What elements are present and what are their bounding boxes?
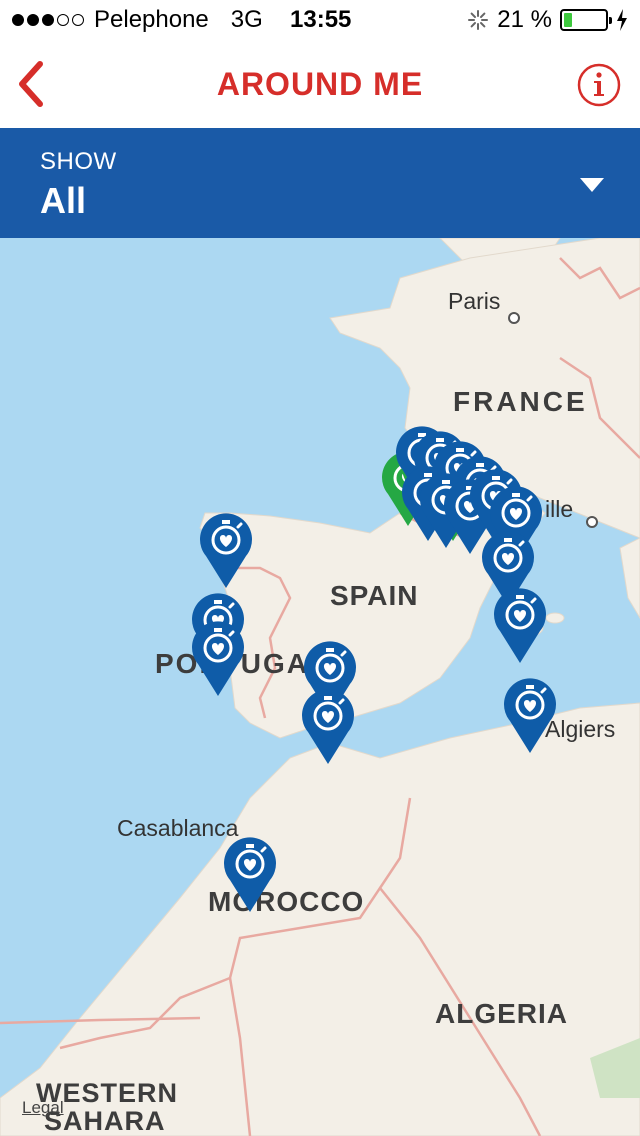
stopwatch-heart-pin-icon xyxy=(302,689,354,764)
caret-down-icon xyxy=(580,178,604,192)
signal-dot xyxy=(27,14,39,26)
filter-value: All xyxy=(40,180,87,221)
map-marker[interactable] xyxy=(300,686,356,766)
map-label-paris: Paris xyxy=(448,288,501,314)
page-title: AROUND ME xyxy=(216,66,424,102)
activity-spinner-icon xyxy=(468,10,489,30)
signal-dot xyxy=(12,14,24,26)
status-time: 13:55 xyxy=(290,6,352,33)
stopwatch-heart-pin-icon xyxy=(192,621,244,696)
signal-dot xyxy=(42,14,54,26)
map-label-algeria: ALGERIA xyxy=(435,998,568,1029)
status-left: Pelephone 3G xyxy=(12,6,263,34)
map-marker[interactable] xyxy=(198,510,254,590)
status-bar: Pelephone 3G 13:55 21 % xyxy=(0,0,640,40)
signal-strength-icon xyxy=(12,14,84,26)
map-marker[interactable] xyxy=(222,834,278,914)
map-marker[interactable] xyxy=(492,585,548,665)
stopwatch-heart-pin-icon xyxy=(200,513,252,588)
status-right: 21 % xyxy=(467,6,628,34)
show-filter-dropdown[interactable]: SHOW All xyxy=(0,128,640,238)
map-view[interactable]: Paris FRANCE ille SPAIN PORTUGAL Algiers… xyxy=(0,238,640,1136)
stopwatch-heart-pin-icon xyxy=(504,678,556,753)
map-label-casablanca: Casablanca xyxy=(117,815,239,841)
charging-bolt-icon xyxy=(617,9,627,31)
map-marker[interactable] xyxy=(190,618,246,698)
map-label-france: FRANCE xyxy=(453,386,588,417)
info-icon xyxy=(577,63,621,107)
info-button[interactable] xyxy=(576,62,622,108)
signal-dot xyxy=(57,14,69,26)
battery-level xyxy=(564,13,573,27)
signal-dot xyxy=(72,14,84,26)
map-marker[interactable] xyxy=(502,675,558,755)
legal-link[interactable]: Legal xyxy=(22,1098,64,1118)
city-dot-icon xyxy=(586,516,598,528)
stopwatch-heart-pin-icon xyxy=(224,837,276,912)
nav-bar: AROUND ME xyxy=(0,40,640,128)
battery-percent: 21 % xyxy=(497,6,552,33)
map-label-marseille: ille xyxy=(545,496,574,522)
battery-icon xyxy=(560,9,612,31)
network-type: 3G xyxy=(230,6,263,33)
city-dot-icon xyxy=(508,312,520,324)
stopwatch-heart-pin-icon xyxy=(494,588,546,663)
map-label-spain: SPAIN xyxy=(330,580,419,611)
carrier-name: Pelephone xyxy=(94,6,209,33)
filter-label: SHOW xyxy=(40,148,117,175)
